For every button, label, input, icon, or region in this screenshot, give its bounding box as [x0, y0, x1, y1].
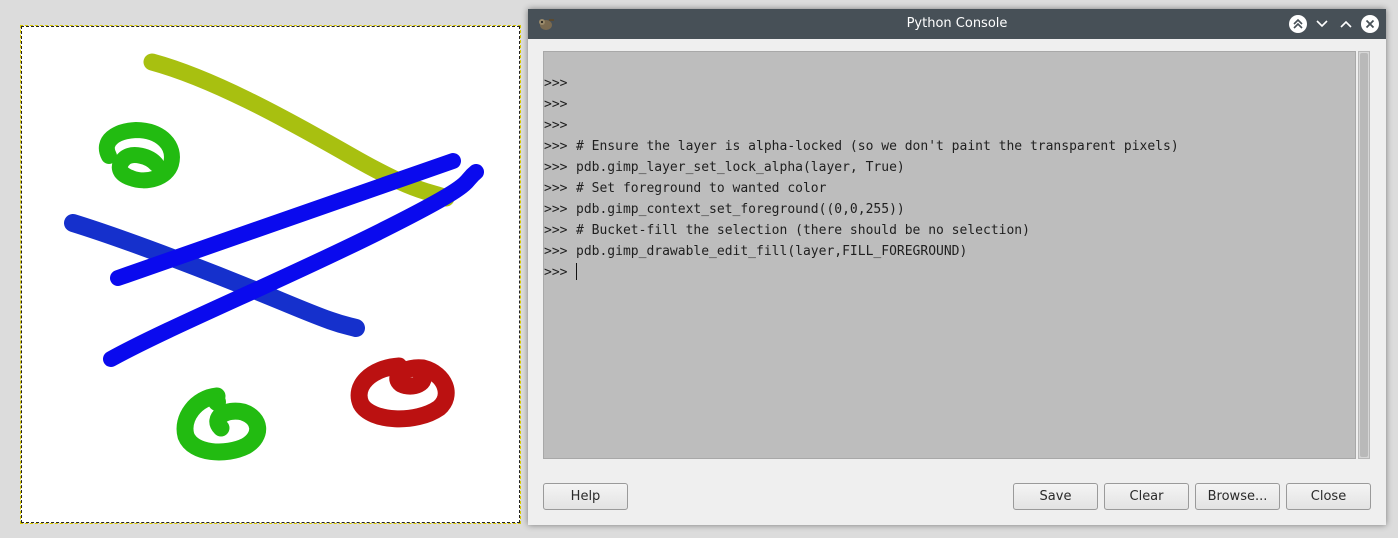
canvas-drawing: [64, 53, 484, 461]
titlebar[interactable]: Python Console: [528, 9, 1386, 39]
window-title: Python Console: [906, 16, 1008, 31]
help-button[interactable]: Help: [543, 483, 628, 510]
maximize-icon[interactable]: [1336, 14, 1356, 34]
console-line-text: # Ensure the layer is alpha-locked (so w…: [576, 139, 1179, 154]
scrollbar-thumb[interactable]: [1360, 53, 1368, 457]
console-input-line[interactable]: >>>: [544, 262, 1179, 283]
save-button[interactable]: Save: [1013, 483, 1098, 510]
console-output[interactable]: >>> >>> >>> >>> # Ensure the layer is alp…: [543, 51, 1356, 459]
console-line: >>>: [544, 115, 1179, 136]
console-prompt: >>>: [544, 97, 568, 112]
image-canvas[interactable]: [21, 26, 520, 523]
console-prompt: >>>: [544, 244, 568, 259]
console-prompt: >>>: [544, 181, 568, 196]
green-blob-top: [99, 122, 180, 189]
console-line: >>> # Bucket-fill the selection (there sh…: [544, 220, 1179, 241]
console-line: >>> # Ensure the layer is alpha-locked (s…: [544, 136, 1179, 157]
console-line: >>> pdb.gimp_context_set_foreground((0,0,…: [544, 199, 1179, 220]
console-prompt: >>>: [544, 139, 568, 154]
console-prompt: >>>: [544, 223, 568, 238]
close-icon[interactable]: [1360, 14, 1380, 34]
console-line: >>> # Set foreground to wanted color: [544, 178, 1179, 199]
text-cursor: [576, 263, 577, 280]
console-prompt: >>>: [544, 118, 568, 133]
console-line-text: # Set foreground to wanted color: [576, 181, 827, 196]
python-console-window: Python Console >>> >>> >>> >>> # Ensure …: [528, 9, 1386, 525]
console-line-text: pdb.gimp_context_set_foreground((0,0,255…: [576, 202, 905, 217]
console-lines: >>> >>> >>> >>> # Ensure the layer is alp…: [544, 73, 1179, 283]
console-line-text: # Bucket-fill the selection (there shoul…: [576, 223, 1030, 238]
green-blob-knob: [208, 393, 226, 411]
console-prompt: >>>: [544, 265, 568, 280]
close-button[interactable]: Close: [1286, 483, 1371, 510]
clear-button[interactable]: Clear: [1104, 483, 1189, 510]
console-line: >>>: [544, 73, 1179, 94]
console-prompt: >>>: [544, 160, 568, 175]
browse-button[interactable]: Browse...: [1195, 483, 1280, 510]
console-line-text: pdb.gimp_drawable_edit_fill(layer,FILL_F…: [576, 244, 968, 259]
console-line-text: pdb.gimp_layer_set_lock_alpha(layer, Tru…: [576, 160, 905, 175]
minimize-icon[interactable]: [1312, 14, 1332, 34]
console-prompt: >>>: [544, 76, 568, 91]
red-blob: [350, 357, 455, 428]
console-prompt: >>>: [544, 202, 568, 217]
console-line: >>> pdb.gimp_drawable_edit_fill(layer,FIL…: [544, 241, 1179, 262]
screen: Python Console >>> >>> >>> >>> # Ensure …: [0, 0, 1398, 538]
console-line: >>>: [544, 94, 1179, 115]
console-scrollbar[interactable]: [1358, 51, 1370, 459]
console-line: >>> pdb.gimp_layer_set_lock_alpha(layer, …: [544, 157, 1179, 178]
keep-above-icon[interactable]: [1288, 14, 1308, 34]
